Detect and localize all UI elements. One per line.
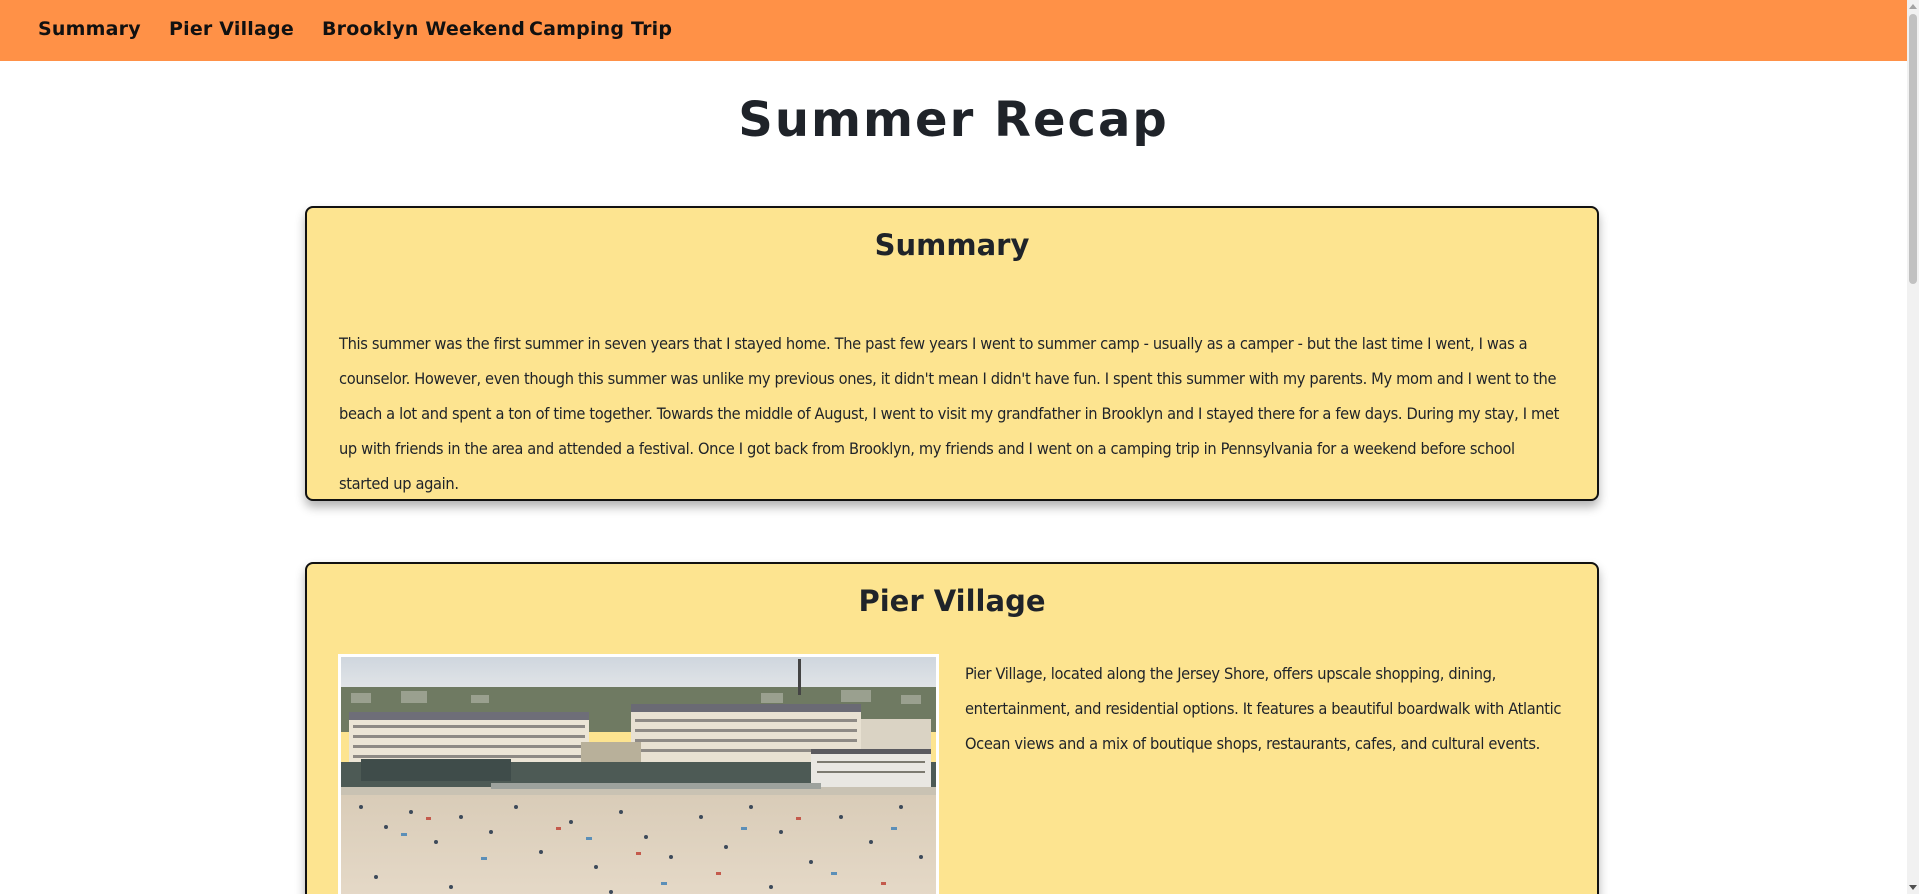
- scrollbar-thumb[interactable]: [1909, 14, 1917, 284]
- pier-village-description: Pier Village, located along the Jersey S…: [965, 664, 1562, 753]
- top-navbar: Summary Pier Village Brooklyn Weekend Ca…: [0, 0, 1907, 61]
- pier-village-heading: Pier Village: [858, 584, 1046, 618]
- pier-village-aerial-photo: [338, 654, 939, 894]
- summary-card: Summary This summer was the first summer…: [305, 206, 1599, 501]
- page-title: Summer Recap: [738, 92, 1169, 148]
- scroll-down-arrow-icon[interactable]: [1909, 885, 1917, 890]
- nav-link-camping-trip[interactable]: Camping Trip: [529, 18, 672, 40]
- nav-link-brooklyn-weekend[interactable]: Brooklyn Weekend: [322, 18, 525, 40]
- pier-village-card: Pier Village Pier Village, located along…: [305, 562, 1599, 894]
- nav-link-pier-village[interactable]: Pier Village: [169, 18, 294, 40]
- vertical-scrollbar[interactable]: [1907, 0, 1919, 894]
- pier-village-photo-drawing: [341, 657, 936, 894]
- page: Summary Pier Village Brooklyn Weekend Ca…: [0, 0, 1919, 894]
- summary-heading: Summary: [874, 228, 1030, 262]
- scroll-up-arrow-icon[interactable]: [1909, 4, 1917, 9]
- nav-link-summary[interactable]: Summary: [38, 18, 141, 40]
- summary-text: This summer was the first summer in seve…: [339, 334, 1559, 493]
